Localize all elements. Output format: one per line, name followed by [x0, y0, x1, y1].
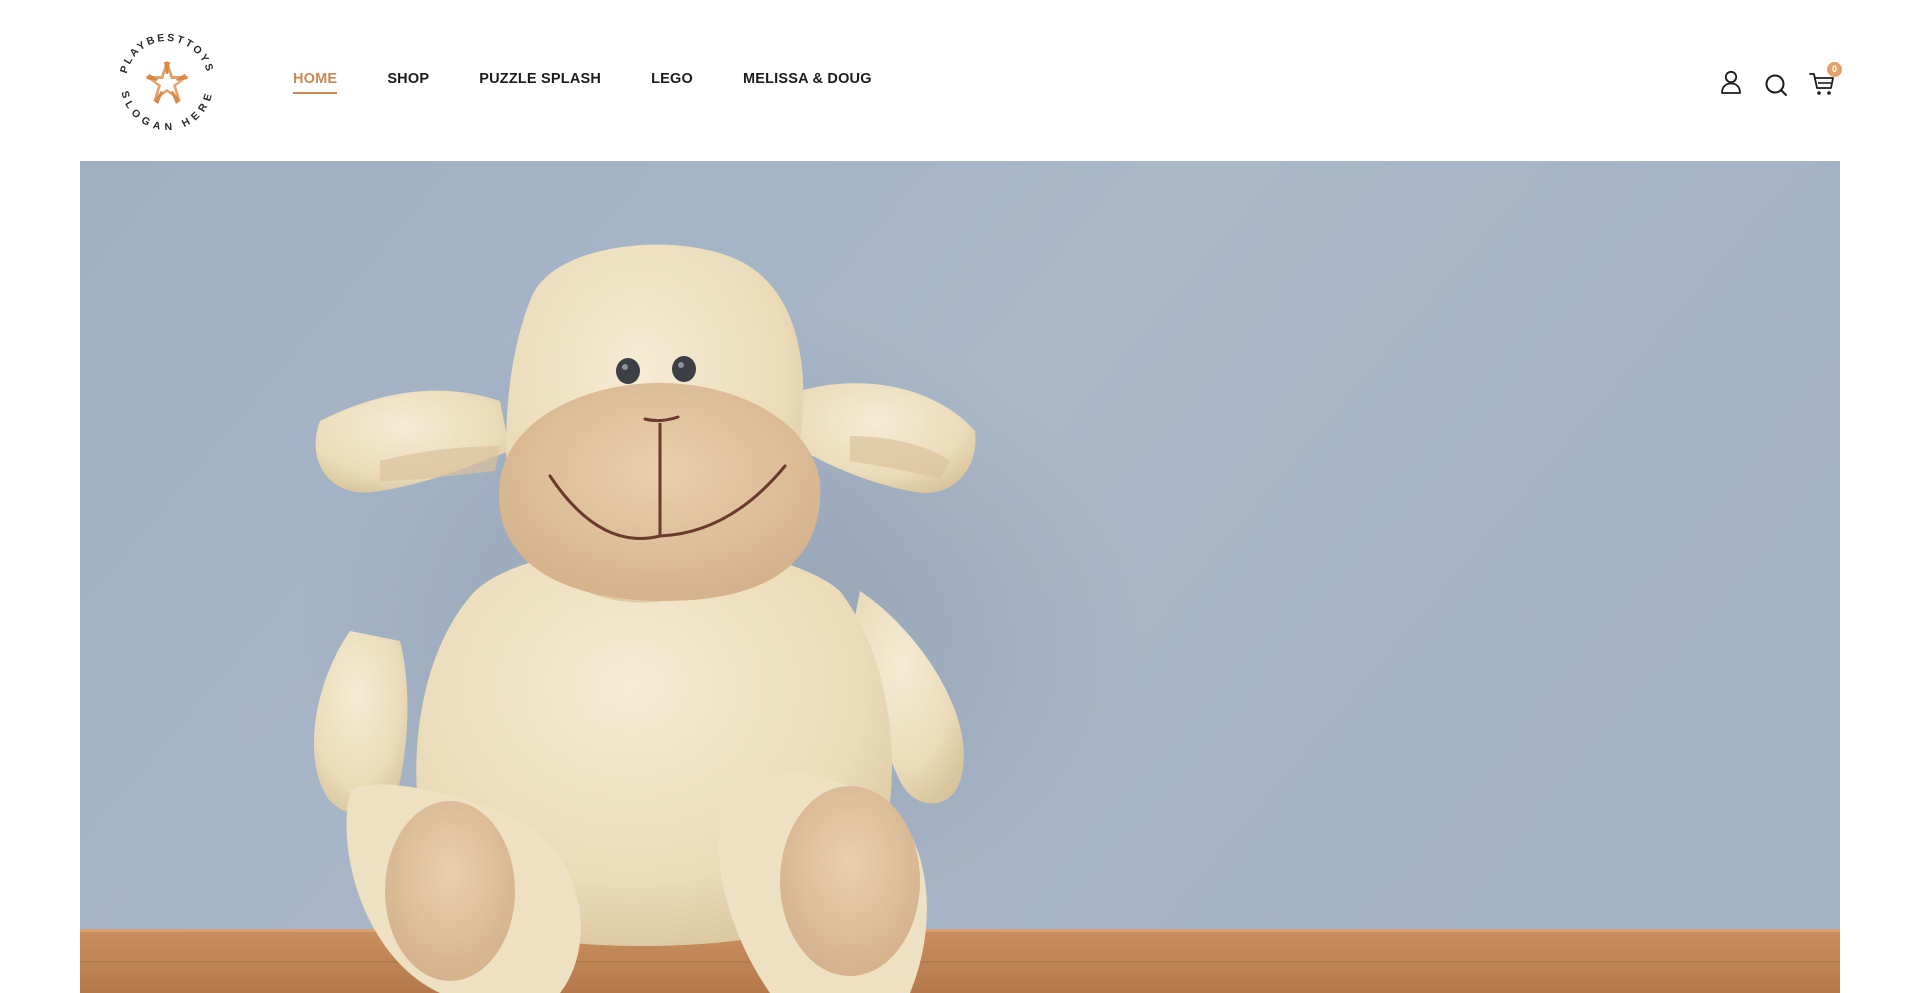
logo-icon: PLAYBESTTOYS SLOGAN HERE [118, 32, 215, 130]
hero-banner[interactable] [80, 161, 1840, 993]
site-header: PLAYBESTTOYS SLOGAN HERE HOME SHOP PUZZL… [0, 0, 1920, 161]
account-button[interactable] [1716, 69, 1746, 99]
nav-item-shop[interactable]: SHOP [387, 70, 429, 94]
brand-logo[interactable]: PLAYBESTTOYS SLOGAN HERE [112, 30, 222, 130]
hero-image [80, 161, 1840, 993]
svg-text:SLOGAN HERE: SLOGAN HERE [118, 90, 215, 130]
search-icon [1765, 74, 1787, 96]
main-nav: HOME SHOP PUZZLE SPLASH LEGO MELISSA & D… [293, 70, 922, 94]
cart-count-badge: 0 [1827, 62, 1842, 77]
nav-item-home[interactable]: HOME [293, 70, 338, 94]
user-icon [1721, 70, 1741, 94]
nav-item-lego[interactable]: LEGO [651, 70, 693, 94]
nav-item-puzzle-splash[interactable]: PUZZLE SPLASH [479, 70, 601, 94]
search-button[interactable] [1761, 70, 1791, 100]
nav-item-melissa-doug[interactable]: MELISSA & DOUG [743, 70, 872, 94]
